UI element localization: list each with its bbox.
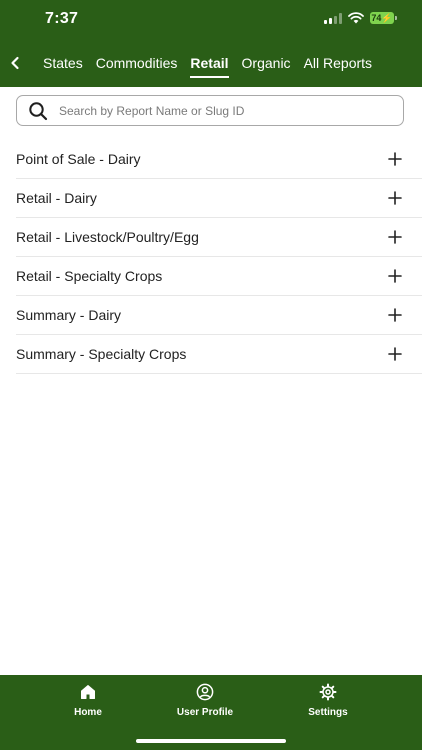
status-time: 7:37 [45,10,79,27]
report-item-label: Point of Sale - Dairy [16,151,141,167]
tab-commodities[interactable]: Commodities [96,55,178,77]
tab-states[interactable]: States [43,55,83,77]
tab-retail[interactable]: Retail [190,55,229,78]
plus-icon[interactable] [388,230,402,244]
chevron-left-icon [11,56,19,70]
wifi-icon [348,12,364,24]
back-button[interactable] [4,52,26,74]
report-item-retail-dairy[interactable]: Retail - Dairy [16,179,422,218]
search-input[interactable] [57,102,391,119]
report-list: Point of Sale - Dairy Retail - Dairy Ret… [16,140,422,374]
plus-icon[interactable] [388,347,402,361]
report-item-retail-specialty-crops[interactable]: Retail - Specialty Crops [16,257,422,296]
nav-user-profile-label: User Profile [176,707,234,718]
report-item-label: Retail - Dairy [16,190,97,206]
report-item-point-of-sale-dairy[interactable]: Point of Sale - Dairy [16,140,422,179]
nav-user-profile[interactable]: User Profile [160,683,250,718]
nav-home[interactable]: Home [43,683,133,718]
tab-organic[interactable]: Organic [242,55,291,77]
home-icon [79,683,97,701]
tab-all-reports[interactable]: All Reports [304,55,372,77]
nav-settings[interactable]: Settings [283,683,373,718]
report-item-label: Summary - Dairy [16,307,122,323]
search-bar [16,95,404,126]
report-item-summary-specialty-crops[interactable]: Summary - Specialty Crops [16,335,422,374]
report-item-label: Retail - Specialty Crops [16,268,163,284]
battery-icon: 74⚡ [370,12,397,24]
home-indicator [136,739,286,743]
gear-icon [319,683,337,701]
plus-icon[interactable] [388,191,402,205]
plus-icon[interactable] [388,308,402,322]
user-profile-icon [196,683,214,701]
report-item-retail-livestock-poultry-egg[interactable]: Retail - Livestock/Poultry/Egg [16,218,422,257]
battery-level: 74 [371,13,382,23]
plus-icon[interactable] [388,269,402,283]
bottom-navigation: Home User Profile Settings [0,675,422,750]
report-item-label: Retail - Livestock/Poultry/Egg [16,229,199,245]
report-item-summary-dairy[interactable]: Summary - Dairy [16,296,422,335]
nav-home-label: Home [74,707,102,718]
search-icon [28,101,48,121]
cellular-signal-icon [324,12,342,24]
plus-icon[interactable] [388,152,402,166]
nav-settings-label: Settings [308,707,348,718]
category-tabs: States Commodities Retail Organic All Re… [43,55,372,78]
top-app-bar: 7:37 74⚡ States Commodities Retail Organ… [0,0,422,87]
status-icons: 74⚡ [324,12,397,24]
report-item-label: Summary - Specialty Crops [16,346,187,362]
